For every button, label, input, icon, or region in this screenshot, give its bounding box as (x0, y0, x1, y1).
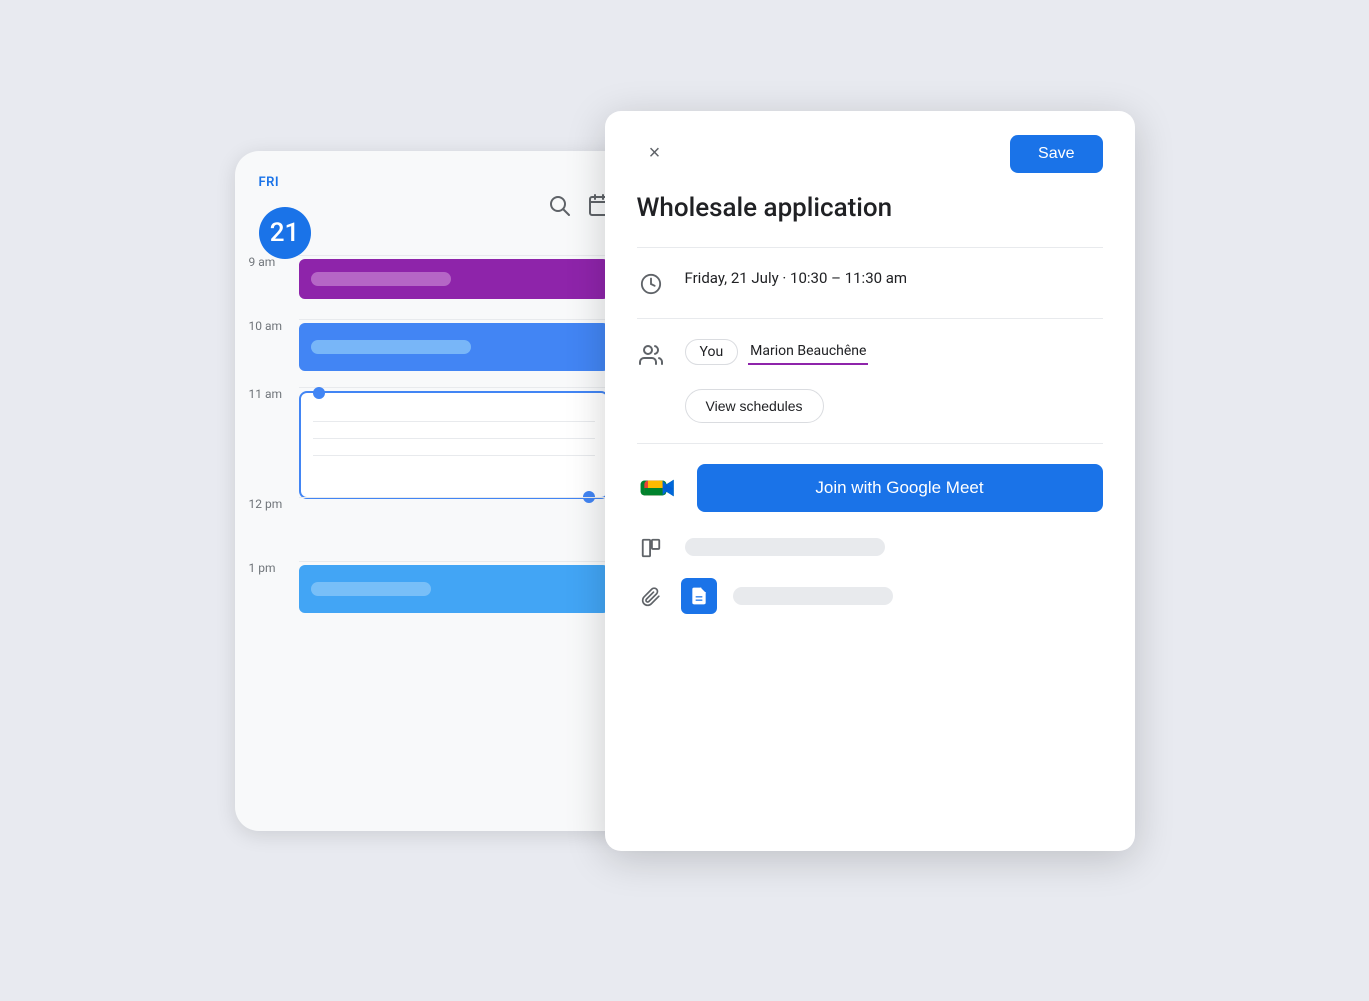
panel-header: × Save (637, 135, 1103, 173)
attendees-row: You Marion Beauchêne View schedules (637, 339, 1103, 423)
close-button[interactable]: × (637, 136, 673, 172)
google-meet-logo (637, 466, 681, 510)
divider-2 (637, 318, 1103, 319)
notes-row (637, 578, 1103, 614)
time-11am: 11 am (249, 387, 283, 401)
event-title: Wholesale application (637, 193, 1103, 223)
time-12pm: 12 pm (249, 497, 283, 511)
divider-1 (637, 247, 1103, 248)
attendee-you[interactable]: You (685, 339, 739, 365)
google-meet-row: Join with Google Meet (637, 464, 1103, 512)
divider-3 (637, 443, 1103, 444)
event-selected[interactable] (299, 391, 609, 499)
detail-panel: × Save Wholesale application Friday, 21 … (605, 111, 1135, 851)
attachment-icon (637, 583, 665, 611)
view-schedules-button[interactable]: View schedules (685, 389, 824, 423)
notes-placeholder (733, 587, 893, 605)
location-row (637, 532, 1103, 562)
day-label: FRI (259, 175, 280, 190)
location-placeholder (685, 538, 885, 556)
event-blue[interactable] (299, 323, 609, 371)
time-9am: 9 am (249, 255, 276, 269)
event-blue2[interactable] (299, 565, 609, 613)
docs-icon (681, 578, 717, 614)
time-10am: 10 am (249, 319, 283, 333)
clock-icon (637, 270, 665, 298)
attendees-list: You Marion Beauchêne (685, 339, 1103, 365)
day-number: 21 (259, 207, 311, 259)
search-icon[interactable] (547, 193, 571, 217)
location-icon (637, 534, 665, 562)
save-button[interactable]: Save (1010, 135, 1102, 173)
join-meet-button[interactable]: Join with Google Meet (697, 464, 1103, 512)
date-time-text: Friday, 21 July · 10:30 – 11:30 am (685, 269, 908, 287)
time-1pm: 1 pm (249, 561, 276, 575)
datetime-row: Friday, 21 July · 10:30 – 11:30 am (637, 268, 1103, 298)
people-icon (637, 341, 665, 369)
resize-handle-top[interactable] (313, 387, 325, 399)
attendee-marion[interactable]: Marion Beauchêne (748, 339, 868, 365)
event-purple[interactable] (299, 259, 609, 299)
